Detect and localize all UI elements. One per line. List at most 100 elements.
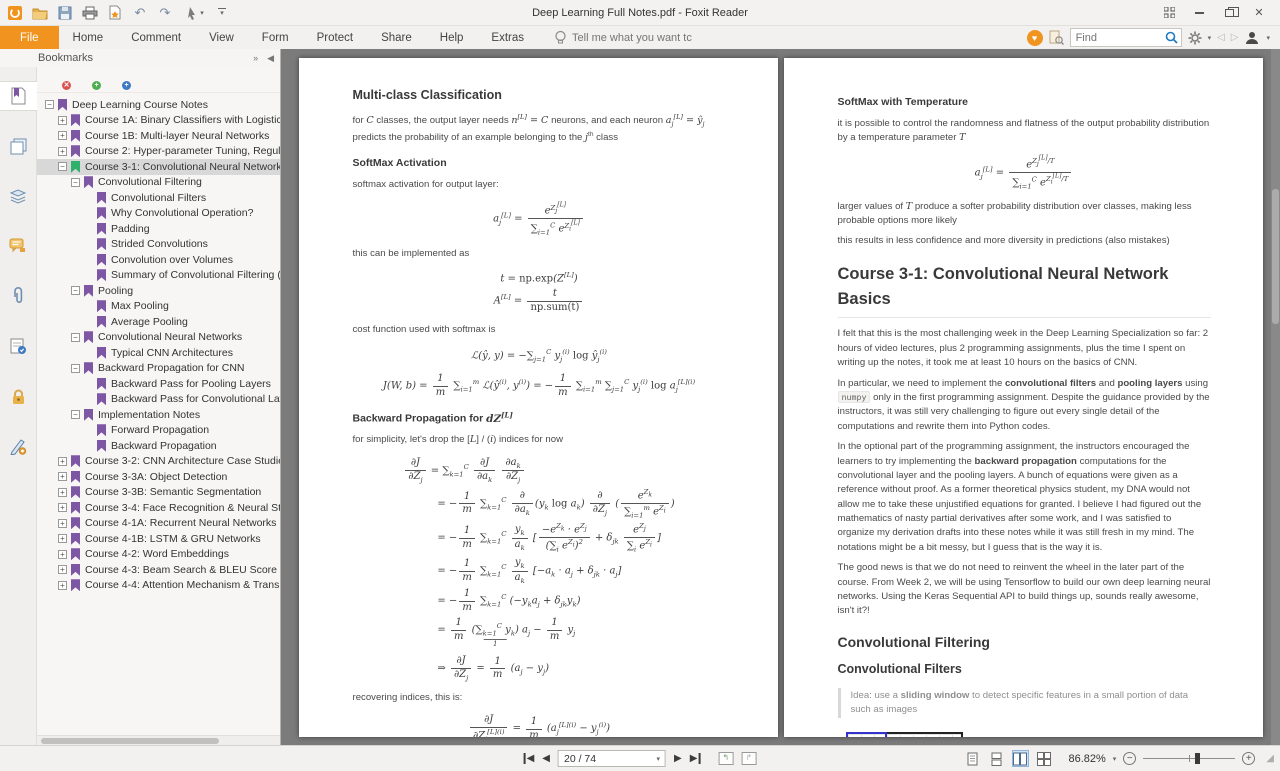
comments-icon[interactable] xyxy=(0,231,37,261)
bookmark-item[interactable]: − Backward Propagation for CNN xyxy=(37,361,280,377)
bookmarks-horizontal-scrollbar[interactable] xyxy=(37,735,280,745)
bookmark-item[interactable]: + Course 4-2: Word Embeddings xyxy=(37,547,280,563)
bookmark-item[interactable]: Summary of Convolutional Filtering ( xyxy=(37,268,280,284)
bookmark-item[interactable]: + Course 4-1B: LSTM & GRU Networks xyxy=(37,531,280,547)
minimize-button[interactable] xyxy=(1186,3,1212,23)
tab-extras[interactable]: Extras xyxy=(477,26,538,49)
search-icon[interactable] xyxy=(1162,31,1181,44)
bookmark-item[interactable]: + Course 2: Hyper-parameter Tuning, Regul… xyxy=(37,144,280,160)
bookmark-item[interactable]: − Convolutional Neural Networks xyxy=(37,330,280,346)
page-number-caret-icon[interactable]: ▾ xyxy=(656,755,660,763)
expand-icon[interactable]: + xyxy=(58,580,67,590)
bookmark-item[interactable]: Convolution over Volumes xyxy=(37,252,280,268)
expand-icon[interactable]: + xyxy=(58,456,67,466)
scrollbar-thumb[interactable] xyxy=(41,738,219,744)
hand-tool-caret-icon[interactable]: ▾ xyxy=(200,9,204,17)
vertical-scrollbar-thumb[interactable] xyxy=(1272,189,1279,324)
create-pdf-button[interactable] xyxy=(106,4,124,22)
redo-button[interactable]: ↷ xyxy=(156,4,174,22)
first-page-button[interactable]: ◀ xyxy=(523,753,534,764)
bookmark-item[interactable]: + Course 3-4: Face Recognition & Neural S… xyxy=(37,500,280,516)
bookmark-item[interactable]: Typical CNN Architectures xyxy=(37,345,280,361)
zoom-out-button[interactable]: − xyxy=(1123,752,1137,765)
bookmark-item[interactable]: Backward Pass for Convolutional Lay xyxy=(37,392,280,408)
bookmark-item[interactable]: + Course 1B: Multi-layer Neural Networks xyxy=(37,128,280,144)
bookmark-item[interactable]: − Pooling xyxy=(37,283,280,299)
collapse-icon[interactable]: − xyxy=(71,177,80,187)
zoom-in-button[interactable]: + xyxy=(1242,752,1256,765)
bookmark-item[interactable]: Backward Propagation xyxy=(37,438,280,454)
previous-page-button[interactable]: ◀ xyxy=(542,753,550,764)
save-button[interactable] xyxy=(56,4,74,22)
gear-caret-icon[interactable]: ▾ xyxy=(1208,34,1212,42)
expand-icon[interactable]: + xyxy=(58,549,67,559)
bookmark-item[interactable]: + Course 4-1A: Recurrent Neural Networks xyxy=(37,516,280,532)
expand-icon[interactable]: + xyxy=(58,503,67,513)
find-settings-gear-icon[interactable] xyxy=(1188,31,1202,45)
bookmark-item[interactable]: Forward Propagation xyxy=(37,423,280,439)
tab-share[interactable]: Share xyxy=(367,26,426,49)
tab-comment[interactable]: Comment xyxy=(117,26,195,49)
collapse-icon[interactable]: − xyxy=(71,410,80,420)
delete-bookmark-button[interactable]: ✕ xyxy=(51,71,71,90)
collapse-icon[interactable]: − xyxy=(71,363,80,373)
collapse-icon[interactable]: − xyxy=(58,162,67,172)
document-canvas[interactable]: Multi-class Classification for C classes,… xyxy=(281,49,1280,745)
locate-bookmark-button[interactable]: + xyxy=(111,71,131,90)
open-file-button[interactable] xyxy=(31,4,49,22)
expand-icon[interactable]: + xyxy=(58,487,67,497)
expand-icon[interactable]: + xyxy=(58,131,67,141)
find-previous-button[interactable]: ◁ xyxy=(1217,32,1225,43)
bookmark-item[interactable]: − Implementation Notes xyxy=(37,407,280,423)
user-avatar[interactable] xyxy=(1244,30,1260,46)
tab-home[interactable]: Home xyxy=(59,26,118,49)
digital-signature-icon[interactable] xyxy=(0,431,37,461)
avatar-caret-icon[interactable]: ▾ xyxy=(1266,34,1270,42)
bookmark-item[interactable]: + Course 3-2: CNN Architecture Case Studi… xyxy=(37,454,280,470)
bookmark-item[interactable]: + Course 4-3: Beam Search & BLEU Score xyxy=(37,562,280,578)
single-page-layout-button[interactable] xyxy=(964,750,981,767)
bookmark-item[interactable]: Backward Pass for Pooling Layers xyxy=(37,376,280,392)
add-bookmark-button[interactable]: + xyxy=(81,71,101,90)
print-button[interactable] xyxy=(81,4,99,22)
security-lock-icon[interactable] xyxy=(0,381,37,411)
expand-icon[interactable]: + xyxy=(58,146,67,156)
page-thumbnails-icon[interactable] xyxy=(0,131,37,161)
zoom-slider-handle[interactable] xyxy=(1195,753,1201,764)
expand-icon[interactable]: + xyxy=(58,115,67,125)
page-number-input[interactable]: 20 / 74 ▾ xyxy=(558,750,666,767)
collapse-icon[interactable]: − xyxy=(45,100,54,110)
zoom-slider[interactable] xyxy=(1143,752,1236,765)
hand-tool-button[interactable]: ▾ xyxy=(181,4,209,22)
layout-grid-icon[interactable] xyxy=(1156,3,1182,23)
expand-icon[interactable]: + xyxy=(58,518,67,528)
tab-view[interactable]: View xyxy=(195,26,248,49)
layers-icon[interactable] xyxy=(0,181,37,211)
tab-help[interactable]: Help xyxy=(426,26,478,49)
next-view-button[interactable] xyxy=(741,752,757,765)
bookmark-item[interactable]: Average Pooling xyxy=(37,314,280,330)
bookmark-item[interactable]: Strided Convolutions xyxy=(37,237,280,253)
bookmark-item[interactable]: + Course 3-3B: Semantic Segmentation xyxy=(37,485,280,501)
tab-form[interactable]: Form xyxy=(248,26,303,49)
find-next-button[interactable]: ▷ xyxy=(1231,32,1239,43)
snapshot-icon[interactable] xyxy=(1049,30,1064,45)
expand-icon[interactable]: + xyxy=(58,565,67,575)
bookmark-item[interactable]: − Convolutional Filtering xyxy=(37,175,280,191)
bookmark-item[interactable]: Max Pooling xyxy=(37,299,280,315)
continuous-facing-layout-button[interactable] xyxy=(1036,750,1053,767)
vertical-scrollbar[interactable] xyxy=(1271,49,1280,745)
bookmark-item[interactable]: Convolutional Filters xyxy=(37,190,280,206)
bookmark-item[interactable]: Padding xyxy=(37,221,280,237)
next-page-button[interactable]: ▶ xyxy=(674,753,682,764)
attachments-icon[interactable] xyxy=(0,281,37,311)
resize-grip[interactable]: ◢ xyxy=(1262,753,1274,764)
heart-icon[interactable]: ♥ xyxy=(1026,29,1043,46)
continuous-layout-button[interactable] xyxy=(988,750,1005,767)
previous-view-button[interactable] xyxy=(718,752,734,765)
foxit-logo-icon[interactable] xyxy=(6,4,24,22)
undo-button[interactable]: ↶ xyxy=(131,4,149,22)
panel-collapse-icon[interactable]: ◀ xyxy=(267,53,274,64)
bookmarks-tab-icon[interactable] xyxy=(0,81,37,111)
last-page-button[interactable]: ▶ xyxy=(690,753,701,764)
